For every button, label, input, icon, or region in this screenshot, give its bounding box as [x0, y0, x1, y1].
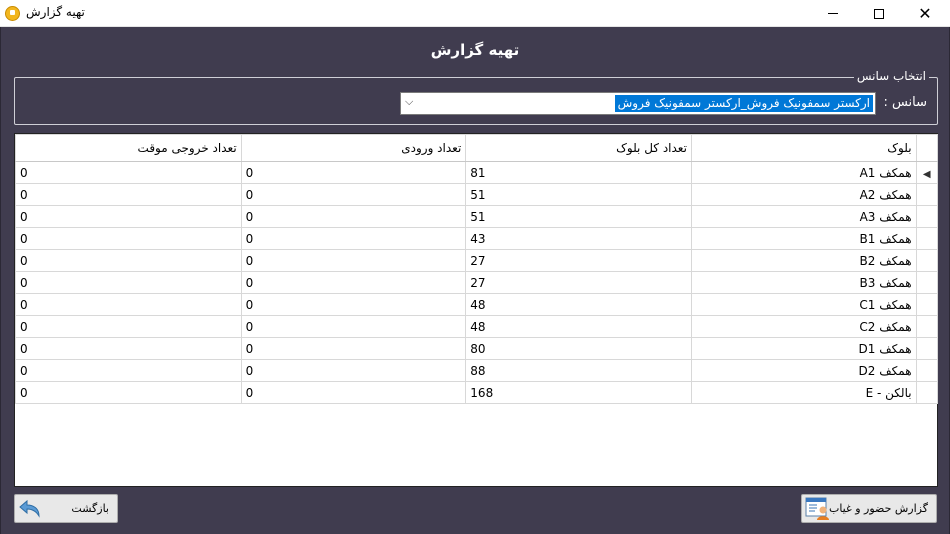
- row-header-cell[interactable]: [915, 249, 939, 272]
- page-title: تهیه گزارش: [430, 41, 520, 59]
- column-header-block[interactable]: بلوک: [690, 134, 917, 162]
- cell-temp-exit[interactable]: 0: [15, 293, 242, 316]
- cell-total[interactable]: 51: [465, 183, 692, 206]
- window-title: تهیه گزارش: [26, 5, 85, 19]
- table-row[interactable]: همکف A2 51 0 0: [15, 183, 939, 206]
- cell-temp-exit[interactable]: 0: [15, 337, 242, 360]
- cell-entered[interactable]: 0: [240, 359, 467, 382]
- main-panel: تهیه گزارش انتخاب سانس سانس : ⌵ ارکستر س…: [0, 27, 950, 534]
- row-header-cell[interactable]: [915, 205, 939, 228]
- minimize-button[interactable]: [810, 0, 856, 27]
- cell-total[interactable]: 48: [465, 293, 692, 316]
- cell-total[interactable]: 81: [465, 161, 692, 184]
- table-row[interactable]: همکف A3 51 0 0: [15, 205, 939, 228]
- cell-total[interactable]: 51: [465, 205, 692, 228]
- title-bar: تهیه گزارش ✕: [0, 0, 950, 27]
- cell-temp-exit[interactable]: 0: [15, 249, 242, 272]
- cell-temp-exit[interactable]: 0: [15, 359, 242, 382]
- row-header-cell[interactable]: [915, 315, 939, 338]
- column-header-entered[interactable]: تعداد ورودی: [240, 134, 467, 162]
- column-header-total[interactable]: تعداد کل بلوک: [465, 134, 692, 162]
- close-icon: ✕: [918, 3, 932, 23]
- row-header-cell[interactable]: [915, 337, 939, 360]
- close-button[interactable]: ✕: [902, 0, 948, 27]
- cell-total[interactable]: 27: [465, 249, 692, 272]
- cell-block[interactable]: همکف D1: [690, 337, 917, 360]
- cell-temp-exit[interactable]: 0: [15, 315, 242, 338]
- current-row-pointer-icon: ◀: [922, 168, 931, 180]
- cell-entered[interactable]: 0: [240, 293, 467, 316]
- cell-block[interactable]: همکف D2: [690, 359, 917, 382]
- cell-temp-exit[interactable]: 0: [15, 205, 242, 228]
- row-header-cell[interactable]: [915, 227, 939, 250]
- cell-temp-exit[interactable]: 0: [15, 227, 242, 250]
- table-row[interactable]: همکف C1 48 0 0: [15, 293, 939, 316]
- cell-block[interactable]: بالکن - E: [690, 381, 917, 404]
- back-button[interactable]: بازگشت: [14, 494, 118, 523]
- minimize-icon: [828, 13, 838, 14]
- table-row[interactable]: همکف C2 48 0 0: [15, 315, 939, 338]
- cell-block[interactable]: همکف B1: [690, 227, 917, 250]
- cell-block[interactable]: همکف B3: [690, 271, 917, 294]
- report-grid[interactable]: بلوک تعداد کل بلوک تعداد ورودی تعداد خرو…: [14, 133, 939, 487]
- table-row[interactable]: همکف D1 80 0 0: [15, 337, 939, 360]
- cell-entered[interactable]: 0: [240, 227, 467, 250]
- row-header-cell[interactable]: [915, 293, 939, 316]
- row-header-corner: [915, 134, 939, 162]
- cell-temp-exit[interactable]: 0: [15, 381, 242, 404]
- cell-entered[interactable]: 0: [240, 271, 467, 294]
- cell-block[interactable]: همکف B2: [690, 249, 917, 272]
- table-row[interactable]: ◀ همکف A1 81 0 0: [15, 161, 939, 184]
- session-label: سانس :: [883, 95, 927, 110]
- cell-entered[interactable]: 0: [240, 381, 467, 404]
- cell-total[interactable]: 48: [465, 315, 692, 338]
- session-selected-value: ارکستر سمفونیک فروش_ارکستر سمفونیک فروش: [614, 95, 873, 112]
- cell-block[interactable]: همکف C2: [690, 315, 917, 338]
- attendance-report-icon: [805, 497, 829, 520]
- attendance-report-button-label: گزارش حضور و غیاب: [828, 502, 928, 515]
- table-row[interactable]: همکف D2 88 0 0: [15, 359, 939, 382]
- cell-entered[interactable]: 0: [240, 161, 467, 184]
- cell-total[interactable]: 168: [465, 381, 692, 404]
- cell-temp-exit[interactable]: 0: [15, 161, 242, 184]
- table-row[interactable]: همکف B1 43 0 0: [15, 227, 939, 250]
- cell-block[interactable]: همکف A3: [690, 205, 917, 228]
- session-select[interactable]: ⌵ ارکستر سمفونیک فروش_ارکستر سمفونیک فرو…: [400, 92, 876, 115]
- attendance-report-button[interactable]: گزارش حضور و غیاب: [801, 494, 937, 523]
- cell-entered[interactable]: 0: [240, 249, 467, 272]
- chevron-down-icon[interactable]: ⌵: [405, 95, 413, 109]
- cell-temp-exit[interactable]: 0: [15, 271, 242, 294]
- maximize-icon: [874, 8, 884, 19]
- cell-entered[interactable]: 0: [240, 315, 467, 338]
- app-icon: [5, 6, 20, 21]
- cell-block[interactable]: همکف C1: [690, 293, 917, 316]
- cell-total[interactable]: 27: [465, 271, 692, 294]
- maximize-button[interactable]: [856, 0, 902, 27]
- cell-entered[interactable]: 0: [240, 205, 467, 228]
- column-header-temp-exit[interactable]: تعداد خروجی موقت: [15, 134, 242, 162]
- table-header-row: بلوک تعداد کل بلوک تعداد ورودی تعداد خرو…: [15, 134, 939, 162]
- session-group-legend: انتخاب سانس: [853, 69, 929, 83]
- cell-total[interactable]: 43: [465, 227, 692, 250]
- row-header-cell[interactable]: ◀: [915, 161, 939, 184]
- back-button-label: بازگشت: [71, 502, 109, 515]
- table-row[interactable]: همکف B3 27 0 0: [15, 271, 939, 294]
- table-row[interactable]: بالکن - E 168 0 0: [15, 381, 939, 404]
- table-row[interactable]: همکف B2 27 0 0: [15, 249, 939, 272]
- back-arrow-icon: [19, 499, 40, 518]
- row-header-cell[interactable]: [915, 359, 939, 382]
- cell-entered[interactable]: 0: [240, 337, 467, 360]
- cell-temp-exit[interactable]: 0: [15, 183, 242, 206]
- cell-total[interactable]: 88: [465, 359, 692, 382]
- cell-entered[interactable]: 0: [240, 183, 467, 206]
- cell-total[interactable]: 80: [465, 337, 692, 360]
- report-table: بلوک تعداد کل بلوک تعداد ورودی تعداد خرو…: [15, 134, 939, 404]
- session-groupbox: انتخاب سانس سانس : ⌵ ارکستر سمفونیک فروش…: [14, 69, 938, 125]
- row-header-cell[interactable]: [915, 381, 939, 404]
- cell-block[interactable]: همکف A1: [690, 161, 917, 184]
- row-header-cell[interactable]: [915, 271, 939, 294]
- row-header-cell[interactable]: [915, 183, 939, 206]
- cell-block[interactable]: همکف A2: [690, 183, 917, 206]
